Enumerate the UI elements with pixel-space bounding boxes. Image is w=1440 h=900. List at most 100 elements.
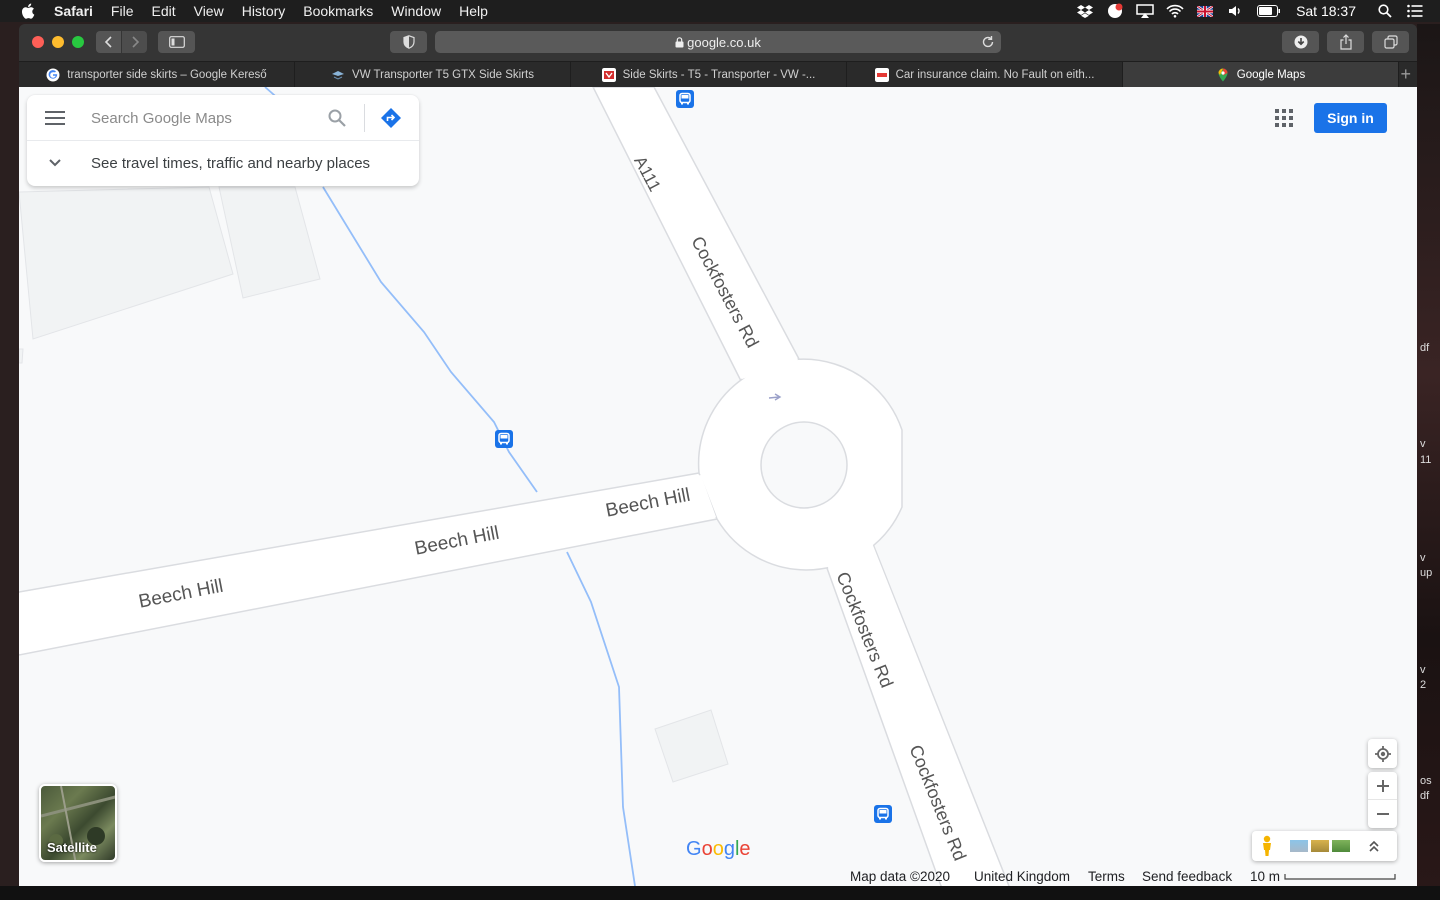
privacy-report-button[interactable] xyxy=(390,31,427,53)
layer-thumb-biking[interactable] xyxy=(1332,840,1350,852)
layer-thumb-transit[interactable] xyxy=(1311,840,1329,852)
desktop-text-fragment: v xyxy=(1420,552,1426,564)
spotlight-search-icon[interactable] xyxy=(1376,3,1394,19)
tab-bar: transporter side skirts – Google Kereső … xyxy=(19,61,1417,87)
desktop-background: df v 11 v up v 2 os df xyxy=(1417,24,1440,900)
map-base-layer xyxy=(19,87,1396,886)
pegman-icon[interactable] xyxy=(1260,835,1274,857)
satellite-label: Satellite xyxy=(47,840,97,855)
scale-label[interactable]: 10 m xyxy=(1250,869,1280,884)
google-icon xyxy=(46,68,60,81)
menu-view[interactable]: View xyxy=(194,3,224,19)
travel-times-row[interactable]: See travel times, traffic and nearby pla… xyxy=(27,141,419,186)
shield-icon xyxy=(402,35,415,49)
sign-in-button[interactable]: Sign in xyxy=(1314,103,1387,133)
safari-window: google.co.uk transporter side skirts – G… xyxy=(19,24,1417,886)
search-panel: See travel times, traffic and nearby pla… xyxy=(27,95,419,186)
tab-vw-transporter[interactable]: VW Transporter T5 GTX Side Skirts xyxy=(295,62,571,87)
desktop-text-fragment: 11 xyxy=(1420,454,1432,466)
viber-icon[interactable] xyxy=(1106,3,1124,19)
tab-title: transporter side skirts – Google Kereső xyxy=(67,68,267,81)
close-window-button[interactable] xyxy=(32,36,44,48)
send-feedback-link[interactable]: Send feedback xyxy=(1142,869,1232,884)
menu-app-safari[interactable]: Safari xyxy=(54,3,93,19)
menu-bookmarks[interactable]: Bookmarks xyxy=(303,3,373,19)
tab-title: Google Maps xyxy=(1236,68,1306,81)
chevron-down-icon xyxy=(49,159,61,167)
tab-google-search[interactable]: transporter side skirts – Google Kereső xyxy=(19,62,295,87)
battery-icon[interactable] xyxy=(1256,3,1282,19)
tab-google-maps[interactable]: Google Maps xyxy=(1123,62,1399,87)
dropbox-icon[interactable] xyxy=(1076,3,1094,19)
menu-history[interactable]: History xyxy=(242,3,286,19)
chevron-right-icon xyxy=(131,36,139,48)
zoom-window-button[interactable] xyxy=(72,36,84,48)
building-footprint xyxy=(19,186,234,340)
menu-edit[interactable]: Edit xyxy=(151,3,175,19)
tab-title: Side Skirts - T5 - Transporter - VW -... xyxy=(622,68,816,81)
desktop-text-fragment: v xyxy=(1420,664,1426,676)
menu-file[interactable]: File xyxy=(111,3,134,19)
zoom-out-button[interactable] xyxy=(1368,800,1397,828)
menu-help[interactable]: Help xyxy=(459,3,488,19)
share-button[interactable] xyxy=(1327,31,1364,53)
search-row xyxy=(27,95,419,141)
google-maps-icon xyxy=(1218,68,1228,81)
forward-button[interactable] xyxy=(122,31,147,53)
download-icon xyxy=(1294,35,1307,49)
url-text: google.co.uk xyxy=(687,34,761,50)
notification-center-icon[interactable] xyxy=(1406,3,1424,19)
chevron-up-double-icon[interactable] xyxy=(1368,839,1380,853)
desktop-text-fragment: v xyxy=(1420,438,1426,450)
road-fill xyxy=(595,88,798,379)
zoom-in-button[interactable] xyxy=(1368,773,1397,800)
bus-stop-icon[interactable] xyxy=(495,430,513,448)
bus-stop-icon[interactable] xyxy=(676,90,694,108)
satellite-layer-toggle[interactable]: Satellite xyxy=(39,784,117,862)
bus-stop-icon[interactable] xyxy=(874,805,892,823)
hse-icon xyxy=(874,67,889,82)
building-footprint xyxy=(654,709,729,783)
layers-panel xyxy=(1252,831,1397,861)
apple-icon[interactable] xyxy=(20,2,38,20)
tab-side-skirts[interactable]: Side Skirts - T5 - Transporter - VW -... xyxy=(571,62,847,87)
map-canvas[interactable]: A111 Cockfosters Rd Cockfosters Rd Cockf… xyxy=(19,87,1417,886)
google-apps-icon[interactable] xyxy=(1275,109,1293,127)
search-icon[interactable] xyxy=(328,109,346,127)
building-footprint xyxy=(19,348,24,364)
menubar-clock[interactable]: Sat 18:37 xyxy=(1296,3,1356,19)
menu-window[interactable]: Window xyxy=(391,3,441,19)
roundabout-island xyxy=(760,421,848,509)
tab-title: Car insurance claim. No Fault on eith... xyxy=(895,68,1095,81)
desktop-bottom-edge xyxy=(0,886,1440,900)
search-input[interactable] xyxy=(91,107,321,129)
plus-icon xyxy=(1376,779,1389,792)
tab-title: VW Transporter T5 GTX Side Skirts xyxy=(352,68,534,81)
reload-icon[interactable] xyxy=(981,35,995,49)
volume-icon[interactable] xyxy=(1226,3,1244,19)
wifi-icon[interactable] xyxy=(1166,3,1184,19)
layer-thumb-terrain[interactable] xyxy=(1290,840,1308,852)
stream-line xyxy=(264,87,636,886)
downloads-button[interactable] xyxy=(1282,31,1319,53)
desktop-text-fragment: df xyxy=(1420,790,1430,802)
sidebar-toggle-button[interactable] xyxy=(158,31,195,53)
tab-overview-button[interactable] xyxy=(1372,31,1409,53)
region-link[interactable]: United Kingdom xyxy=(974,869,1070,884)
hamburger-menu-icon[interactable] xyxy=(45,110,65,126)
building-footprint xyxy=(218,186,321,299)
desktop-text-fragment: 2 xyxy=(1420,679,1427,691)
tab-car-insurance[interactable]: Car insurance claim. No Fault on eith... xyxy=(847,62,1123,87)
airplay-icon[interactable] xyxy=(1136,3,1154,19)
terms-link[interactable]: Terms xyxy=(1088,869,1125,884)
uk-flag-icon[interactable] xyxy=(1196,3,1214,19)
back-button[interactable] xyxy=(96,31,121,53)
my-location-button[interactable] xyxy=(1368,739,1397,768)
site-icon xyxy=(601,67,616,82)
minimize-window-button[interactable] xyxy=(52,36,64,48)
directions-icon[interactable] xyxy=(380,107,402,129)
minus-icon xyxy=(1376,812,1389,815)
new-tab-button[interactable]: + xyxy=(1399,62,1417,87)
address-bar[interactable]: google.co.uk xyxy=(435,31,1001,53)
map-footer: Map data ©2020 United Kingdom Terms Send… xyxy=(19,866,1417,886)
